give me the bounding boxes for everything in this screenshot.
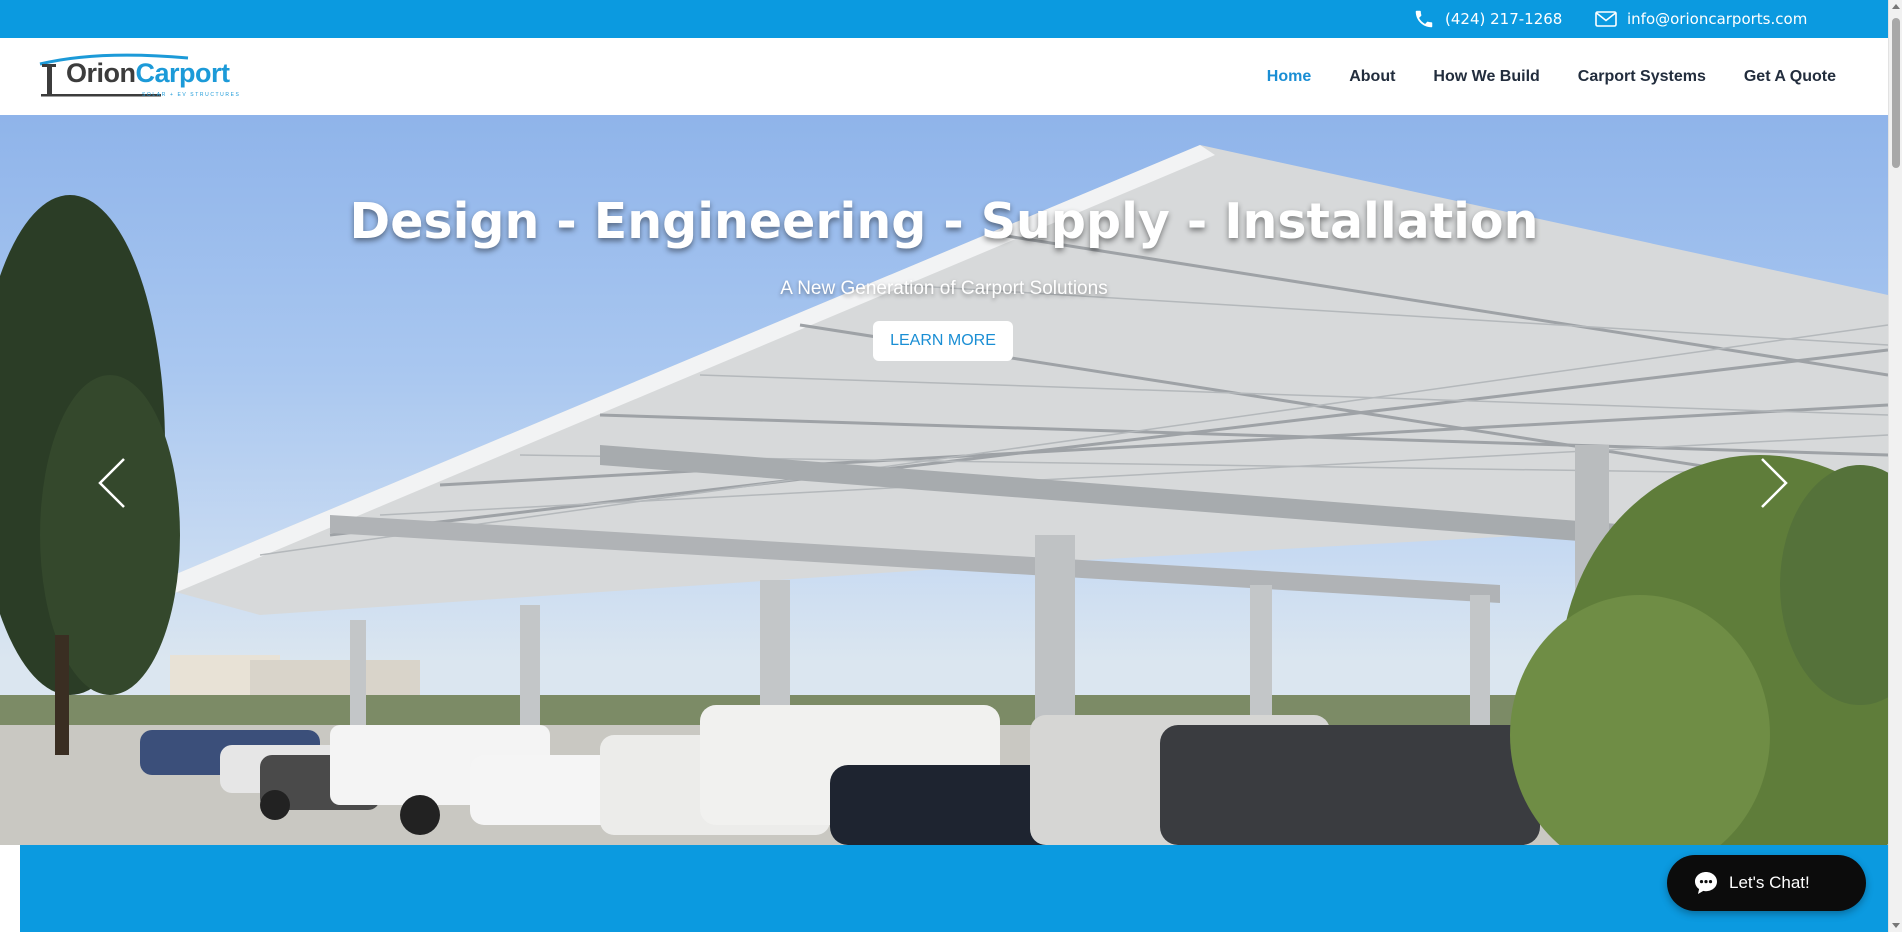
chat-bubble-icon bbox=[1693, 870, 1719, 896]
chevron-right-icon bbox=[1759, 457, 1789, 513]
page-scrollbar[interactable] bbox=[1888, 0, 1902, 932]
blue-section bbox=[20, 845, 1888, 932]
mail-icon bbox=[1595, 11, 1617, 27]
nav-item-about[interactable]: About bbox=[1349, 68, 1395, 86]
hero-title: Design - Engineering - Supply - Installa… bbox=[349, 193, 1539, 250]
scroll-down-arrow[interactable] bbox=[1892, 923, 1900, 928]
logo-wordmark: OrionCarport bbox=[66, 58, 230, 89]
chevron-left-icon bbox=[97, 457, 127, 513]
contact-bar: (424) 217-1268 info@orioncarports.com bbox=[0, 0, 1888, 38]
phone-icon bbox=[1413, 8, 1435, 30]
main-nav: Home About How We Build Carport Systems … bbox=[1229, 38, 1836, 115]
nav-item-carport-systems[interactable]: Carport Systems bbox=[1578, 68, 1706, 86]
email-link[interactable]: info@orioncarports.com bbox=[1595, 0, 1807, 38]
site-logo[interactable]: OrionCarport SOLAR + EV STRUCTURES bbox=[38, 52, 248, 102]
logo-word-carport: Carport bbox=[135, 58, 231, 88]
hero-subtitle: A New Generation of Carport Solutions bbox=[780, 278, 1108, 299]
logo-tagline: SOLAR + EV STRUCTURES bbox=[142, 92, 241, 98]
phone-link[interactable]: (424) 217-1268 bbox=[1413, 0, 1562, 38]
scrollbar-thumb[interactable] bbox=[1892, 18, 1900, 168]
page: (424) 217-1268 info@orioncarports.com Or… bbox=[0, 0, 1902, 932]
scroll-up-arrow[interactable] bbox=[1892, 4, 1900, 9]
slideshow-prev-button[interactable] bbox=[92, 455, 132, 515]
nav-item-how-we-build[interactable]: How We Build bbox=[1433, 68, 1539, 86]
slideshow-next-button[interactable] bbox=[1754, 455, 1794, 515]
phone-number: (424) 217-1268 bbox=[1445, 10, 1563, 28]
hero-slideshow: Design - Engineering - Supply - Installa… bbox=[0, 115, 1888, 845]
nav-item-home[interactable]: Home bbox=[1267, 68, 1311, 86]
lets-chat-button[interactable]: Let's Chat! bbox=[1667, 855, 1866, 911]
site-header: OrionCarport SOLAR + EV STRUCTURES Home … bbox=[0, 38, 1888, 115]
chat-label: Let's Chat! bbox=[1729, 873, 1810, 892]
logo-word-orion: Orion bbox=[66, 58, 136, 88]
nav-item-get-a-quote[interactable]: Get A Quote bbox=[1744, 68, 1836, 86]
learn-more-button[interactable]: LEARN MORE bbox=[873, 321, 1013, 361]
email-address: info@orioncarports.com bbox=[1627, 10, 1808, 28]
